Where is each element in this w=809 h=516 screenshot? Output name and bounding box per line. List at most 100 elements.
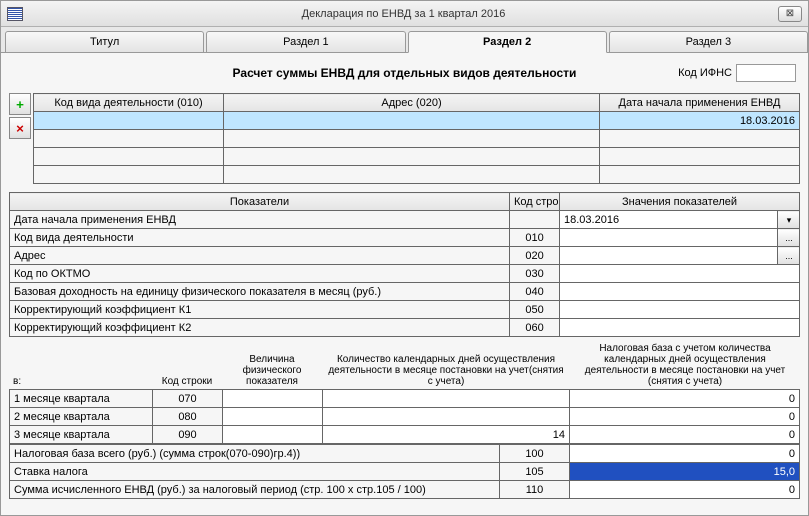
- summary-row-base-total: Налоговая база всего (руб.) (сумма строк…: [10, 445, 800, 463]
- param-row-k2: Корректирующий коэффициент К2 060: [10, 319, 800, 337]
- kod-ifns-label: Код ИФНС: [678, 67, 732, 79]
- param-label: Адрес: [10, 247, 510, 265]
- param-row-base-profit: Базовая доходность на единицу физическог…: [10, 283, 800, 301]
- ellipsis-button[interactable]: ...: [777, 247, 799, 265]
- summary-row-tax-sum: Сумма исчисленного ЕНВД (руб.) за налого…: [10, 481, 800, 499]
- summary-value-active[interactable]: 15,0: [570, 463, 800, 481]
- parameters-table: Показатели Код строки Значения показател…: [9, 192, 800, 337]
- param-code: 060: [510, 319, 560, 337]
- content-area: Расчет суммы ЕНВД для отдельных видов де…: [1, 53, 808, 515]
- month-phys[interactable]: [223, 408, 323, 426]
- param-value[interactable]: 18.03.2016: [560, 211, 778, 229]
- section-header: Расчет суммы ЕНВД для отдельных видов де…: [9, 59, 800, 87]
- param-value[interactable]: [560, 265, 800, 283]
- col-indicators: Показатели: [10, 193, 510, 211]
- param-code: 030: [510, 265, 560, 283]
- mh-v: в:: [9, 376, 152, 387]
- month-days[interactable]: [323, 408, 570, 426]
- tabs: Титул Раздел 1 Раздел 2 Раздел 3: [1, 27, 808, 53]
- summary-code: 105: [500, 463, 570, 481]
- month-days[interactable]: 14: [323, 426, 570, 444]
- month-base[interactable]: 0: [570, 426, 800, 444]
- param-value[interactable]: [560, 229, 778, 247]
- month-code: 090: [153, 426, 223, 444]
- month-table: 1 месяце квартала 070 0 2 месяце квартал…: [9, 389, 800, 444]
- param-label: Корректирующий коэффициент К1: [10, 301, 510, 319]
- col-start-date[interactable]: Дата начала применения ЕНВД: [600, 94, 800, 112]
- section-title: Расчет суммы ЕНВД для отдельных видов де…: [233, 66, 577, 80]
- cell-address[interactable]: [224, 112, 600, 130]
- param-value[interactable]: [560, 301, 800, 319]
- month-base[interactable]: 0: [570, 390, 800, 408]
- grid-row-empty[interactable]: [34, 148, 800, 166]
- param-code: 040: [510, 283, 560, 301]
- summary-code: 110: [500, 481, 570, 499]
- titlebar: Декларация по ЕНВД за 1 квартал 2016 ⊠: [1, 1, 808, 27]
- ellipsis-icon: ...: [782, 231, 796, 245]
- col-line-code: Код строки: [510, 193, 560, 211]
- col-values: Значения показателей: [560, 193, 800, 211]
- tab-razdel-1[interactable]: Раздел 1: [206, 31, 405, 52]
- param-code: 010: [510, 229, 560, 247]
- month-code: 070: [153, 390, 223, 408]
- month-phys[interactable]: [223, 426, 323, 444]
- window-title: Декларация по ЕНВД за 1 квартал 2016: [29, 8, 778, 20]
- month-row-1: 1 месяце квартала 070 0: [10, 390, 800, 408]
- param-row-address: Адрес 020 ...: [10, 247, 800, 265]
- kod-ifns-input[interactable]: [736, 64, 796, 82]
- mh-base: Налоговая база с учетом количества кален…: [570, 343, 800, 387]
- col-activity-code[interactable]: Код вида деятельности (010): [34, 94, 224, 112]
- param-value[interactable]: [560, 283, 800, 301]
- dropdown-button[interactable]: ▾: [777, 211, 799, 229]
- close-icon: ⊠: [786, 8, 794, 19]
- cell-start-date[interactable]: 18.03.2016: [600, 112, 800, 130]
- grid-side-buttons: + ×: [9, 93, 31, 184]
- param-row-activity-code: Код вида деятельности 010 ...: [10, 229, 800, 247]
- month-label: 2 месяце квартала: [10, 408, 153, 426]
- summary-value[interactable]: 0: [570, 481, 800, 499]
- kod-ifns-group: Код ИФНС: [678, 64, 796, 82]
- tab-titul[interactable]: Титул: [5, 31, 204, 52]
- delete-row-button[interactable]: ×: [9, 117, 31, 139]
- tab-razdel-2[interactable]: Раздел 2: [408, 31, 607, 53]
- ellipsis-icon: ...: [782, 249, 796, 263]
- param-row-k1: Корректирующий коэффициент К1 050: [10, 301, 800, 319]
- month-base[interactable]: 0: [570, 408, 800, 426]
- activity-grid[interactable]: Код вида деятельности (010) Адрес (020) …: [33, 93, 800, 184]
- param-label: Корректирующий коэффициент К2: [10, 319, 510, 337]
- grid-row-empty[interactable]: [34, 166, 800, 184]
- month-days[interactable]: [323, 390, 570, 408]
- param-code: 050: [510, 301, 560, 319]
- grid-row-selected[interactable]: 18.03.2016: [34, 112, 800, 130]
- mh-code: Код строки: [152, 376, 222, 387]
- tab-razdel-3[interactable]: Раздел 3: [609, 31, 808, 52]
- month-code: 080: [153, 408, 223, 426]
- param-row-start-date: Дата начала применения ЕНВД 18.03.2016 ▾: [10, 211, 800, 229]
- param-label: Базовая доходность на единицу физическог…: [10, 283, 510, 301]
- app-window: Декларация по ЕНВД за 1 квартал 2016 ⊠ Т…: [0, 0, 809, 516]
- summary-row-tax-rate: Ставка налога 105 15,0: [10, 463, 800, 481]
- cell-activity-code[interactable]: [34, 112, 224, 130]
- add-row-button[interactable]: +: [9, 93, 31, 115]
- month-row-3: 3 месяце квартала 090 14 0: [10, 426, 800, 444]
- summary-table: Налоговая база всего (руб.) (сумма строк…: [9, 444, 800, 499]
- ellipsis-button[interactable]: ...: [777, 229, 799, 247]
- mh-phys: Величина физического показателя: [222, 354, 322, 387]
- month-section: в: Код строки Величина физического показ…: [9, 343, 800, 499]
- summary-value[interactable]: 0: [570, 445, 800, 463]
- month-headers: в: Код строки Величина физического показ…: [9, 343, 800, 387]
- param-value[interactable]: [560, 319, 800, 337]
- param-label: Код по ОКТМО: [10, 265, 510, 283]
- col-address[interactable]: Адрес (020): [224, 94, 600, 112]
- month-phys[interactable]: [223, 390, 323, 408]
- month-row-2: 2 месяце квартала 080 0: [10, 408, 800, 426]
- param-value[interactable]: [560, 247, 778, 265]
- summary-label: Налоговая база всего (руб.) (сумма строк…: [10, 445, 500, 463]
- param-code: 020: [510, 247, 560, 265]
- param-code: [510, 211, 560, 229]
- app-icon: [7, 7, 23, 21]
- summary-label: Сумма исчисленного ЕНВД (руб.) за налого…: [10, 481, 500, 499]
- mh-days: Количество календарных дней осуществлени…: [322, 354, 570, 387]
- grid-row-empty[interactable]: [34, 130, 800, 148]
- close-button[interactable]: ⊠: [778, 6, 802, 22]
